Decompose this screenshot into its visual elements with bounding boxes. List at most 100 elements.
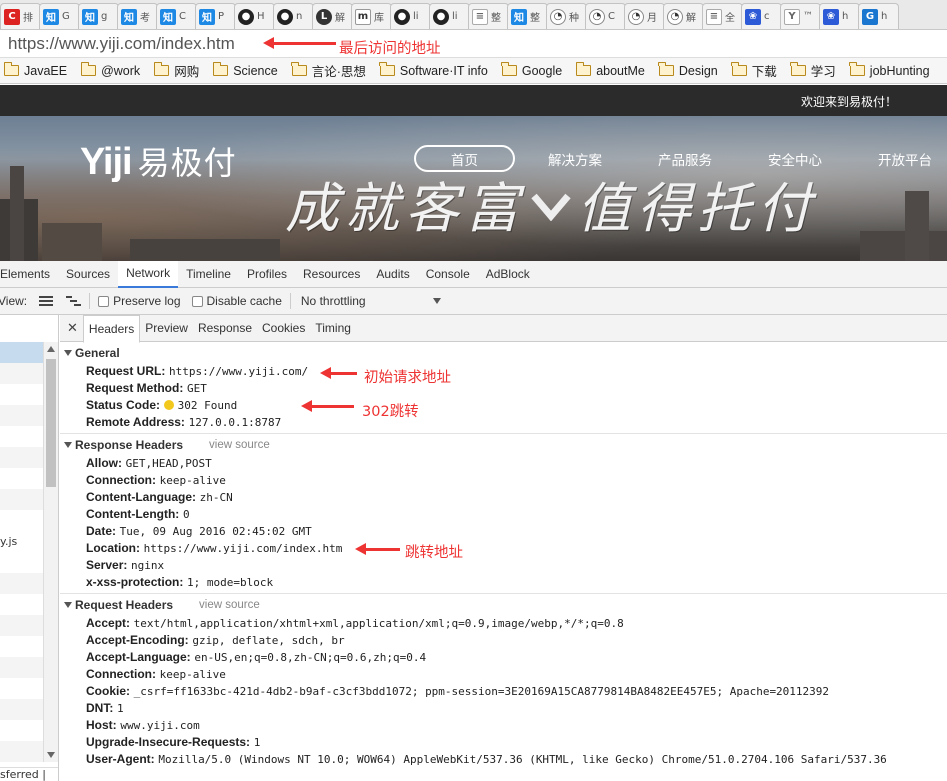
browser-tab-title: 库 [374, 13, 384, 24]
throttling-select[interactable]: No throttling [301, 294, 441, 308]
browser-tab[interactable]: 知G [39, 3, 80, 29]
address-url[interactable]: https://www.yiji.com/index.htm [8, 34, 235, 54]
header-value: Mozilla/5.0 (Windows NT 10.0; WOW64) App… [158, 753, 887, 766]
scroll-down-icon[interactable] [47, 752, 55, 758]
disable-cache-checkbox[interactable]: Disable cache [191, 294, 282, 308]
header-row: User-Agent: Mozilla/5.0 (Windows NT 10.0… [86, 752, 887, 766]
bookmark-folder[interactable]: 学习 [790, 61, 836, 80]
request-row[interactable] [0, 363, 43, 384]
header-row: Content-Language: zh-CN [86, 490, 233, 504]
request-row[interactable] [0, 699, 43, 720]
browser-tab[interactable]: C排 [0, 3, 41, 29]
header-value: text/html,application/xhtml+xml,applicat… [133, 617, 624, 630]
bookmarks-bar: JavaEE @work 网购 Science 言论·思想 Software·IT inf… [0, 58, 947, 84]
request-row[interactable] [0, 657, 43, 678]
tab-timing[interactable]: Timing [310, 315, 356, 342]
browser-tab[interactable]: ≡ 全 [702, 3, 743, 29]
request-row[interactable] [0, 405, 43, 426]
bookmark-folder[interactable]: 网购 [153, 61, 199, 80]
browser-tab[interactable]: ◔ 解 [663, 3, 704, 29]
devtools-tab-network[interactable]: Network [118, 260, 179, 288]
scroll-up-icon[interactable] [47, 346, 55, 352]
bookmark-folder[interactable]: Science [212, 62, 278, 78]
address-bar[interactable]: https://www.yiji.com/index.htm [0, 30, 947, 58]
header-row: Status Code: 302 Found [86, 398, 237, 412]
view-label: View: [0, 294, 28, 308]
browser-tab[interactable]: 知整 [507, 3, 548, 29]
zhihu-icon: 知 [82, 8, 98, 25]
devtools-tab-adblock[interactable]: AdBlock [478, 261, 538, 288]
bookmark-folder[interactable]: Design [658, 62, 718, 78]
tab-preview[interactable]: Preview [140, 315, 193, 342]
devtools-tab-profiles[interactable]: Profiles [239, 261, 295, 288]
request-row[interactable] [0, 426, 43, 447]
header-value: https://www.yiji.com/ [169, 365, 309, 378]
request-row[interactable] [0, 468, 43, 489]
bookmark-folder[interactable]: Google [501, 62, 562, 78]
devtools-tab-elements[interactable]: Elements [0, 261, 58, 288]
browser-tab[interactable]: ❀ h [819, 3, 860, 29]
request-row[interactable] [0, 489, 43, 510]
header-key: Allow: [86, 456, 122, 470]
browser-tab[interactable]: Y ™ [780, 3, 821, 29]
browser-tab[interactable]: 知考 [117, 3, 158, 29]
request-js-filename[interactable]: y.js [0, 535, 17, 548]
request-row[interactable] [0, 384, 43, 405]
browser-tab[interactable]: ● li [390, 3, 431, 29]
devtools-tab-timeline[interactable]: Timeline [178, 261, 239, 288]
bookmark-folder[interactable]: aboutMe [575, 62, 645, 78]
bookmark-folder[interactable]: 下载 [731, 61, 777, 80]
browser-tab[interactable]: ● li [429, 3, 470, 29]
bookmark-folder[interactable]: 言论·思想 [291, 61, 366, 80]
tab-headers[interactable]: Headers [82, 314, 141, 343]
devtools-tab-resources[interactable]: Resources [295, 261, 368, 288]
nav-open-platform[interactable]: 开放平台 [878, 149, 932, 169]
request-row-selected[interactable] [0, 342, 43, 363]
browser-tab[interactable]: ◔ 月 [624, 3, 665, 29]
view-source-link[interactable]: view source [209, 439, 270, 451]
preserve-log-checkbox[interactable]: Preserve log [98, 294, 181, 308]
browser-tab[interactable]: 知P [195, 3, 236, 29]
bookmark-folder[interactable]: @work [80, 62, 140, 78]
browser-tab[interactable]: 知C [156, 3, 197, 29]
browser-tab-title: c [764, 11, 770, 22]
list-view-icon[interactable] [39, 295, 54, 307]
yiji-logo[interactable]: Yiji 易极付 [80, 138, 237, 184]
browser-tab[interactable]: ● n [273, 3, 314, 29]
penguin-icon: ◔ [628, 8, 644, 25]
request-row[interactable] [0, 615, 43, 636]
browser-tab[interactable]: ◔ C [585, 3, 626, 29]
request-list-scrollbar[interactable] [43, 342, 58, 762]
devtools-tab-console[interactable]: Console [418, 261, 478, 288]
header-key: x-xss-protection: [86, 575, 184, 589]
tab-response[interactable]: Response [193, 315, 257, 342]
response-headers-section-toggle[interactable]: Response Headers view source [64, 438, 270, 452]
browser-tab[interactable]: ◔ 种 [546, 3, 587, 29]
scrollbar-thumb[interactable] [46, 359, 56, 487]
close-icon[interactable]: ✕ [67, 320, 78, 336]
request-row[interactable] [0, 741, 43, 762]
tab-cookies[interactable]: Cookies [257, 315, 310, 342]
request-row[interactable] [0, 573, 43, 594]
devtools-tab-sources[interactable]: Sources [58, 261, 118, 288]
view-source-link[interactable]: view source [199, 599, 260, 611]
browser-tab[interactable]: ● H [234, 3, 275, 29]
expand-triangle-icon [64, 442, 72, 448]
folder-icon [3, 62, 19, 76]
browser-tab[interactable]: 知g [78, 3, 119, 29]
browser-tab[interactable]: L解 [312, 3, 353, 29]
c-icon: C [4, 8, 20, 25]
request-row[interactable] [0, 510, 43, 531]
browser-tab[interactable]: Gh [858, 3, 899, 29]
browser-tab[interactable]: ≡ 整 [468, 3, 509, 29]
browser-tab[interactable]: m库 [351, 3, 392, 29]
waterfall-view-icon[interactable] [66, 295, 82, 307]
request-headers-section-toggle[interactable]: Request Headers view source [64, 598, 260, 612]
bookmark-folder[interactable]: jobHunting [849, 62, 930, 78]
bookmark-folder[interactable]: Software·IT info [379, 62, 488, 78]
devtools-tab-audits[interactable]: Audits [368, 261, 417, 288]
request-row[interactable] [0, 447, 43, 468]
browser-tab[interactable]: ❀ c [741, 3, 782, 29]
general-section-toggle[interactable]: General [64, 346, 120, 360]
bookmark-folder[interactable]: JavaEE [3, 62, 67, 78]
